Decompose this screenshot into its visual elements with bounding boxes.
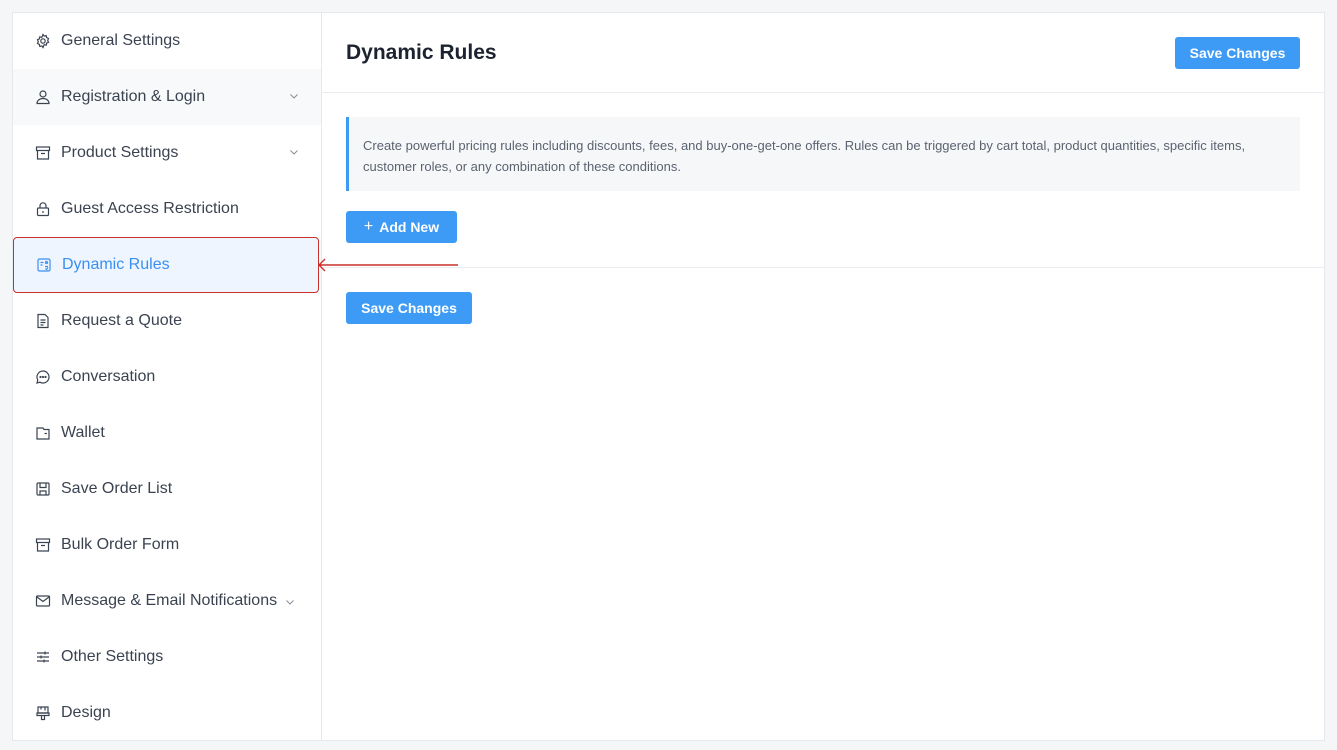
- sidebar-item-conversation[interactable]: Conversation: [13, 349, 321, 405]
- description-text: Create powerful pricing rules including …: [363, 138, 1246, 174]
- sidebar-item-design[interactable]: Design: [13, 685, 321, 741]
- gear-icon: [35, 33, 51, 49]
- page-title: Dynamic Rules: [346, 41, 497, 64]
- sidebar-item-label: General Settings: [61, 32, 181, 49]
- annotation-arrow-icon: [318, 258, 458, 272]
- document-icon: [35, 313, 51, 329]
- mail-icon: [35, 593, 51, 609]
- sidebar-item-label: Request a Quote: [61, 312, 182, 329]
- sidebar-item-registration-login[interactable]: Registration & Login: [13, 69, 321, 125]
- rules-icon: [36, 257, 52, 273]
- sidebar-item-label: Save Order List: [61, 480, 173, 497]
- chevron-down-icon: [290, 150, 298, 155]
- sidebar-item-save-order-list[interactable]: Save Order List: [13, 461, 321, 517]
- sidebar: General Settings Registration & Login Pr…: [13, 13, 322, 740]
- content-divider: [322, 267, 1324, 268]
- plus-icon: +: [363, 218, 374, 235]
- user-icon: [35, 89, 51, 105]
- sidebar-item-wallet[interactable]: Wallet: [13, 405, 321, 461]
- wallet-icon: [35, 425, 51, 441]
- sidebar-item-label: Design: [61, 704, 111, 721]
- sidebar-item-label: Wallet: [61, 424, 105, 441]
- sidebar-item-label: Bulk Order Form: [61, 536, 180, 553]
- design-icon: [35, 705, 51, 721]
- sidebar-item-dynamic-rules[interactable]: Dynamic Rules: [13, 237, 319, 293]
- settings-panel: General Settings Registration & Login Pr…: [12, 12, 1325, 741]
- sidebar-item-label: Dynamic Rules: [62, 256, 170, 273]
- main-content: Dynamic Rules Save Changes Create powerf…: [322, 13, 1324, 740]
- sidebar-item-label: Guest Access Restriction: [61, 200, 239, 217]
- save-changes-button[interactable]: Save Changes: [1175, 37, 1300, 69]
- sidebar-item-bulk-order-form[interactable]: Bulk Order Form: [13, 517, 321, 573]
- sidebar-item-message-email-notifications[interactable]: Message & Email Notifications: [13, 573, 321, 629]
- header-divider: [322, 92, 1324, 93]
- sidebar-item-label: Conversation: [61, 368, 156, 385]
- sidebar-item-other-settings[interactable]: Other Settings: [13, 629, 321, 685]
- add-new-label: Add New: [379, 219, 440, 235]
- chat-icon: [35, 369, 51, 385]
- description-notice: Create powerful pricing rules including …: [346, 117, 1300, 191]
- sidebar-item-guest-access-restriction[interactable]: Guest Access Restriction: [13, 181, 321, 237]
- add-new-button[interactable]: + Add New: [346, 211, 457, 243]
- sliders-icon: [35, 649, 51, 665]
- lock-icon: [35, 201, 51, 217]
- chevron-down-icon: [286, 600, 294, 605]
- save-changes-bottom-button[interactable]: Save Changes: [346, 292, 472, 324]
- sidebar-item-general-settings[interactable]: General Settings: [13, 13, 321, 69]
- sidebar-item-label: Other Settings: [61, 648, 164, 665]
- sidebar-item-label: Registration & Login: [61, 88, 206, 105]
- save-icon: [35, 481, 51, 497]
- sidebar-item-label: Product Settings: [61, 144, 179, 161]
- chevron-down-icon: [290, 94, 298, 99]
- sidebar-item-product-settings[interactable]: Product Settings: [13, 125, 321, 181]
- sidebar-item-request-a-quote[interactable]: Request a Quote: [13, 293, 321, 349]
- archive-icon: [35, 145, 51, 161]
- archive-icon: [35, 537, 51, 553]
- sidebar-item-label: Message & Email Notifications: [61, 592, 278, 609]
